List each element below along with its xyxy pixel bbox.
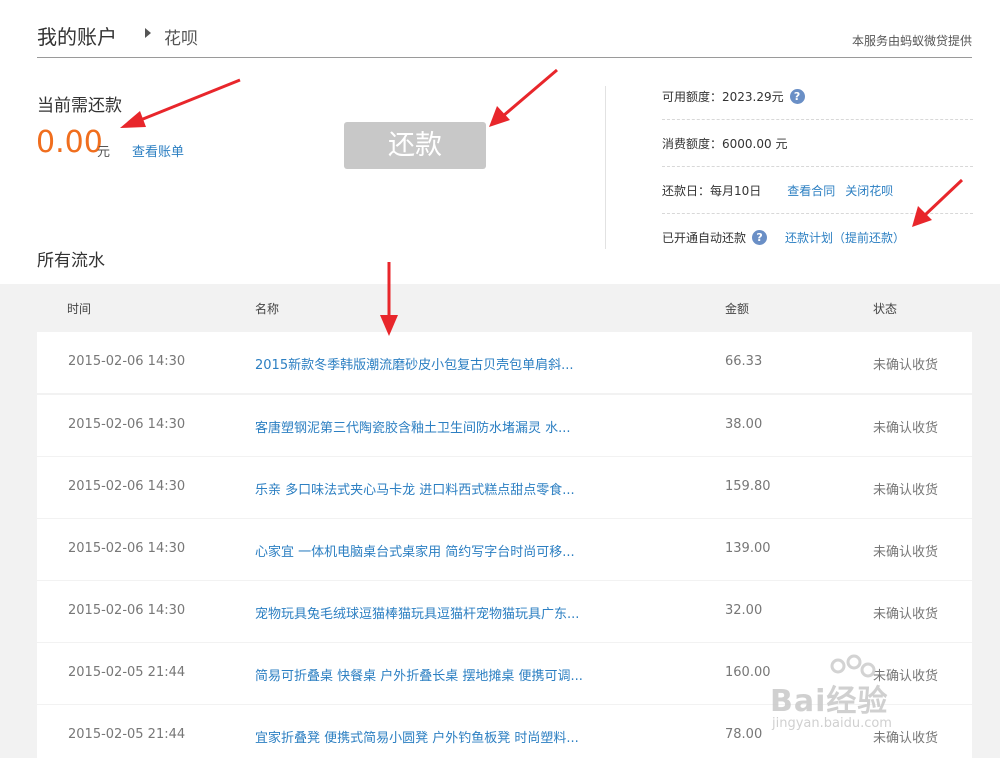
help-icon[interactable]: ? — [789, 88, 805, 104]
row-time: 2015-02-05 21:44 — [68, 727, 186, 742]
available-credit-label: 可用额度：2023.29元 — [662, 89, 784, 104]
row-time: 2015-02-06 14:30 — [68, 603, 186, 618]
row-name-link[interactable]: 心家宜 一体机电脑桌台式桌家用 简约写字台时尚可移... — [255, 541, 575, 560]
table-row: 2015-02-06 14:30 乐亲 多口味法式夹心马卡龙 进口料西式糕点甜点… — [37, 457, 972, 518]
row-status: 未确认收货 — [873, 421, 939, 436]
row-amount: 78.00 — [725, 727, 763, 742]
row-amount: 139.00 — [725, 541, 771, 556]
auto-repay-label: 已开通自动还款 — [662, 231, 747, 245]
table-header: 时间 名称 金额 状态 — [37, 284, 972, 331]
due-label: 当前需还款 — [37, 96, 122, 116]
table-row: 2015-02-06 14:30 心家宜 一体机电脑桌台式桌家用 简约写字台时尚… — [37, 519, 972, 580]
repay-day-row: 还款日：每月10日 查看合同 关闭花呗 — [662, 167, 973, 214]
row-amount: 159.80 — [725, 479, 771, 494]
row-amount: 38.00 — [725, 417, 763, 432]
row-status: 未确认收货 — [873, 545, 939, 560]
vertical-divider — [605, 86, 606, 249]
row-amount: 160.00 — [725, 665, 771, 680]
watermark-subtext: jingyan.baidu.com — [772, 716, 892, 731]
breadcrumb-huabei[interactable]: 花呗 — [164, 24, 198, 49]
row-amount: 32.00 — [725, 603, 763, 618]
due-unit: 元 — [97, 145, 111, 160]
column-header-name: 名称 — [255, 302, 280, 316]
row-status: 未确认收货 — [873, 358, 939, 373]
row-name-link[interactable]: 2015新款冬季韩版潮流磨砂皮小包复古贝壳包单肩斜... — [255, 354, 573, 373]
credit-limit-row: 消费额度：6000.00 元 — [662, 120, 973, 167]
column-header-status: 状态 — [873, 302, 898, 316]
row-name-link[interactable]: 简易可折叠桌 快餐桌 户外折叠长桌 摆地摊桌 便携可调... — [255, 665, 583, 684]
row-status: 未确认收货 — [873, 483, 939, 498]
view-bill-link[interactable]: 查看账单 — [132, 141, 184, 160]
row-time: 2015-02-06 14:30 — [68, 354, 186, 369]
column-header-amount: 金额 — [725, 302, 750, 316]
annotation-arrow-icon — [120, 78, 241, 128]
table-row: 2015-02-06 14:30 宠物玩具兔毛绒球逗猫棒猫玩具逗猫杆宠物猫玩具广… — [37, 581, 972, 642]
close-huabei-link[interactable]: 关闭花呗 — [845, 182, 893, 199]
row-status: 未确认收货 — [873, 607, 939, 622]
watermark-text: Bai经验 — [770, 684, 889, 719]
table-row: 2015-02-06 14:30 客唐塑钢泥第三代陶瓷胶含釉土卫生间防水堵漏灵 … — [37, 395, 972, 456]
row-time: 2015-02-06 14:30 — [68, 541, 186, 556]
page-title: 我的账户 — [37, 25, 117, 49]
help-icon[interactable]: ? — [752, 230, 768, 245]
row-time: 2015-02-06 14:30 — [68, 417, 186, 432]
column-header-time: 时间 — [67, 302, 92, 316]
page-header: 我的账户 花呗 本服务由蚂蚁微贷提供 — [37, 18, 972, 58]
repay-day-label: 还款日：每月10日 — [662, 183, 762, 198]
row-name-link[interactable]: 宠物玩具兔毛绒球逗猫棒猫玩具逗猫杆宠物猫玩具广东... — [255, 603, 579, 622]
view-contract-link[interactable]: 查看合同 — [787, 182, 835, 199]
row-name-link[interactable]: 客唐塑钢泥第三代陶瓷胶含釉土卫生间防水堵漏灵 水... — [255, 417, 571, 436]
prepay-link[interactable]: （提前还款） — [833, 229, 905, 246]
credit-limit-label: 消费额度：6000.00 元 — [662, 136, 788, 151]
table-row: 2015-02-06 14:30 2015新款冬季韩版潮流磨砂皮小包复古贝壳包单… — [37, 332, 972, 393]
auto-repay-row: 已开通自动还款 ? 还款计划 （提前还款） — [662, 214, 973, 261]
row-name-link[interactable]: 乐亲 多口味法式夹心马卡龙 进口料西式糕点甜点零食... — [255, 479, 575, 498]
row-amount: 66.33 — [725, 354, 763, 369]
flow-title: 所有流水 — [37, 251, 105, 271]
row-time: 2015-02-06 14:30 — [68, 479, 186, 494]
repay-button[interactable]: 还款 — [344, 122, 486, 169]
available-credit-row: 可用额度：2023.29元 ? — [662, 73, 973, 120]
row-name-link[interactable]: 宜家折叠凳 便携式简易小圆凳 户外钓鱼板凳 时尚塑料... — [255, 727, 579, 746]
due-amount: 0.00 — [36, 125, 103, 160]
row-time: 2015-02-05 21:44 — [68, 665, 186, 680]
repay-plan-link[interactable]: 还款计划 — [785, 229, 833, 246]
provider-note: 本服务由蚂蚁微贷提供 — [851, 34, 972, 48]
annotation-arrow-icon — [489, 68, 558, 127]
breadcrumb-arrow-icon — [145, 28, 151, 38]
